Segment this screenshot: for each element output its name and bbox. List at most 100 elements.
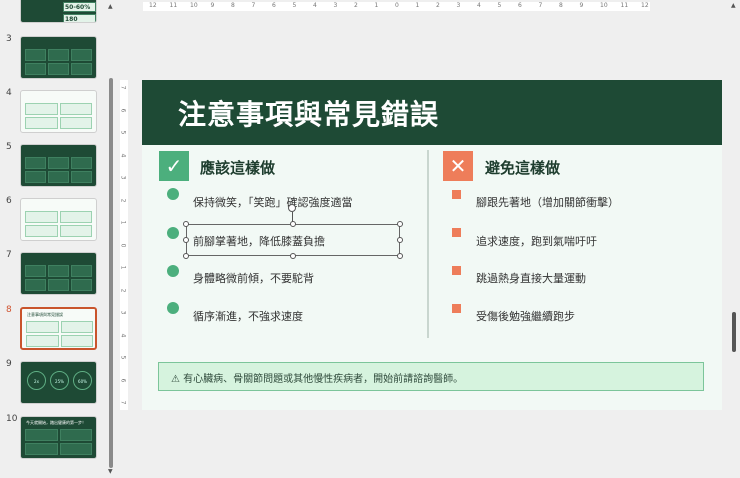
resize-handle[interactable] xyxy=(397,221,403,227)
slide-thumbnail-6[interactable] xyxy=(20,198,97,241)
thumbnail-block xyxy=(48,265,69,277)
thumbnail-block xyxy=(25,279,46,291)
ruler-tick-label: 5 xyxy=(497,2,502,9)
scrollbar-thumb[interactable] xyxy=(109,78,113,468)
ruler-tick-label: 8 xyxy=(231,2,235,9)
ruler-tick-label: 9 xyxy=(579,2,584,9)
ruler-tick-label: 6 xyxy=(119,378,127,382)
ruler-tick-label: 5 xyxy=(119,130,127,135)
ruler-tick-label: 4 xyxy=(119,153,127,157)
ruler-tick-label: 1 xyxy=(119,265,127,270)
slide-title[interactable]: 注意事項與常見錯誤 xyxy=(178,93,439,133)
slide-thumbnail-2[interactable]: 50-60% 180 xyxy=(20,0,97,23)
selected-textbox[interactable] xyxy=(186,224,400,256)
ruler-tick-label: 2 xyxy=(119,198,127,202)
ruler-tick-label: 3 xyxy=(119,310,127,315)
do-item[interactable]: 保持微笑，「笑跑」確認強度適當 xyxy=(193,194,353,210)
bullet-icon xyxy=(452,228,461,237)
ruler-tick-label: 1 xyxy=(119,220,127,225)
scroll-up-icon[interactable]: ▲ xyxy=(731,2,736,9)
thumbnail-block xyxy=(25,117,58,129)
ruler-tick-label: 8 xyxy=(559,2,563,9)
editor-scrollbar[interactable]: ▲ xyxy=(728,0,740,478)
thumbnail-block xyxy=(71,63,92,75)
thumbnail-block xyxy=(25,265,46,277)
scrollbar-thumb[interactable] xyxy=(732,312,736,352)
dont-item[interactable]: 追求速度，跑到氣喘吁吁 xyxy=(476,233,597,249)
slide-number: 5 xyxy=(6,142,12,152)
do-heading[interactable]: 應該這樣做 xyxy=(200,157,275,178)
resize-handle[interactable] xyxy=(183,253,189,259)
thumbnail-block xyxy=(26,321,59,333)
slide-thumbnail-5[interactable] xyxy=(20,144,97,187)
ruler-tick-label: 0 xyxy=(119,243,127,247)
slide-number: 8 xyxy=(6,305,12,315)
slide-number: 3 xyxy=(6,34,12,44)
thumbnail-title: 注意事項與常見錯誤 xyxy=(27,312,63,317)
thumbnail-block xyxy=(25,171,46,183)
ruler-tick-label: 10 xyxy=(600,2,608,9)
resize-handle[interactable] xyxy=(397,237,403,243)
dont-item[interactable]: 腳跟先著地（增加關節衝擊） xyxy=(476,194,619,210)
thumbnail-block xyxy=(71,49,92,61)
dont-item[interactable]: 跳過熱身直接大量運動 xyxy=(476,270,586,286)
ruler-tick-label: 7 xyxy=(251,2,256,9)
slide-thumbnail-8[interactable]: 注意事項與常見錯誤 xyxy=(20,307,97,350)
thumbnail-scrollbar[interactable]: ▲ ▼ xyxy=(106,0,116,478)
resize-handle[interactable] xyxy=(183,237,189,243)
dont-heading[interactable]: 避免這樣做 xyxy=(485,157,560,178)
thumbnail-block xyxy=(71,265,92,277)
ruler-tick-label: 7 xyxy=(119,400,127,405)
slide-thumbnail-3[interactable] xyxy=(20,36,97,79)
title-bar: 注意事項與常見錯誤 xyxy=(142,80,722,145)
thumbnail-block xyxy=(26,335,59,347)
resize-handle[interactable] xyxy=(290,221,296,227)
ruler-tick-label: 5 xyxy=(292,2,297,9)
ruler-tick-label: 1 xyxy=(415,2,420,9)
resize-handle[interactable] xyxy=(397,253,403,259)
thumbnail-stat: 25% xyxy=(50,371,69,390)
slide-thumbnail-9[interactable]: 2x 25% 60% xyxy=(20,361,97,404)
ruler-tick-label: 3 xyxy=(456,2,461,9)
ruler-tick-label: 6 xyxy=(119,108,127,112)
ruler-tick-label: 3 xyxy=(333,2,338,9)
slide-thumbnail-7[interactable] xyxy=(20,252,97,295)
thumbnail-block xyxy=(48,63,69,75)
thumbnail-block xyxy=(48,171,69,183)
cross-icon: ✕ xyxy=(443,151,473,181)
thumbnail-title: 今天就開始，踏出健康的第一步！ xyxy=(26,420,86,425)
thumbnail-block xyxy=(60,335,93,347)
bullet-icon xyxy=(452,190,461,199)
thumbnail-stat: 2x xyxy=(27,371,46,390)
column-divider xyxy=(427,150,429,338)
ruler-tick-label: 4 xyxy=(313,2,317,9)
slide-thumbnail-4[interactable] xyxy=(20,90,97,133)
rotate-handle[interactable] xyxy=(288,204,296,212)
scroll-down-icon[interactable]: ▼ xyxy=(108,468,113,475)
ruler-tick-label: 12 xyxy=(149,2,157,9)
thumbnail-block xyxy=(25,63,46,75)
resize-handle[interactable] xyxy=(183,221,189,227)
do-item[interactable]: 身體略微前傾，不要駝背 xyxy=(193,270,314,286)
ruler-tick-label: 3 xyxy=(119,175,127,180)
ruler-tick-label: 7 xyxy=(538,2,543,9)
dont-item[interactable]: 受傷後勉強繼續跑步 xyxy=(476,308,575,324)
thumbnail-block xyxy=(25,103,58,115)
slide-canvas[interactable]: 注意事項與常見錯誤 ✓ 應該這樣做 ✕ 避免這樣做 保持微笑，「笑跑」確認強度適… xyxy=(142,80,722,410)
scroll-up-icon[interactable]: ▲ xyxy=(108,3,113,10)
do-item[interactable]: 循序漸進，不強求速度 xyxy=(193,308,303,324)
thumbnail-block xyxy=(48,279,69,291)
vertical-ruler: 7 6 5 4 3 2 1 0 1 2 3 4 5 6 7 xyxy=(119,80,128,410)
resize-handle[interactable] xyxy=(290,253,296,259)
thumbnail-block xyxy=(48,49,69,61)
slide-thumbnail-10[interactable]: 今天就開始，踏出健康的第一步！ xyxy=(20,416,97,459)
slide-number: 6 xyxy=(6,196,12,206)
thumbnail-block xyxy=(25,49,46,61)
thumbnail-block xyxy=(71,279,92,291)
ruler-tick-label: 6 xyxy=(272,2,276,9)
thumbnail-block xyxy=(25,157,46,169)
thumbnail-block xyxy=(59,103,92,115)
ruler-tick-label: 1 xyxy=(374,2,379,9)
bullet-icon xyxy=(167,265,179,277)
warning-note[interactable]: ⚠ 有心臟病、骨關節問題或其他慢性疾病者，開始前請諮詢醫師。 xyxy=(158,362,704,391)
